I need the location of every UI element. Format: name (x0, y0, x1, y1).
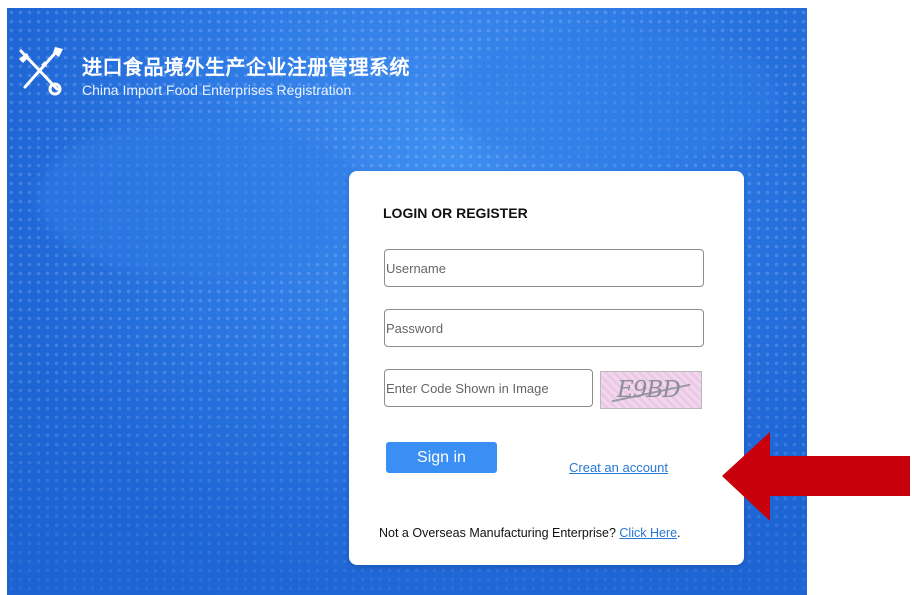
username-input[interactable] (384, 249, 704, 287)
login-card-title: LOGIN OR REGISTER (383, 205, 528, 221)
password-input[interactable] (384, 309, 704, 347)
app-background: 进口食品境外生产企业注册管理系统 China Import Food Enter… (7, 8, 807, 595)
app-title-english: China Import Food Enterprises Registrati… (82, 82, 352, 98)
left-arrow-icon (722, 432, 910, 521)
click-here-link[interactable]: Click Here (619, 526, 677, 540)
login-card: LOGIN OR REGISTER E9BD Sign in Creat an … (349, 171, 744, 565)
captcha-image[interactable]: E9BD (600, 371, 702, 409)
not-manufacturer-suffix: . (677, 526, 681, 540)
create-account-link[interactable]: Creat an account (569, 460, 668, 475)
captcha-text: E9BD (617, 377, 681, 403)
not-manufacturer-text: Not a Overseas Manufacturing Enterprise? (379, 526, 620, 540)
app-title-chinese: 进口食品境外生产企业注册管理系统 (82, 55, 410, 79)
captcha-code-input[interactable] (384, 369, 593, 407)
crossed-tools-icon (19, 47, 63, 96)
sign-in-button[interactable]: Sign in (386, 442, 497, 473)
not-manufacturer-note: Not a Overseas Manufacturing Enterprise?… (379, 526, 681, 540)
